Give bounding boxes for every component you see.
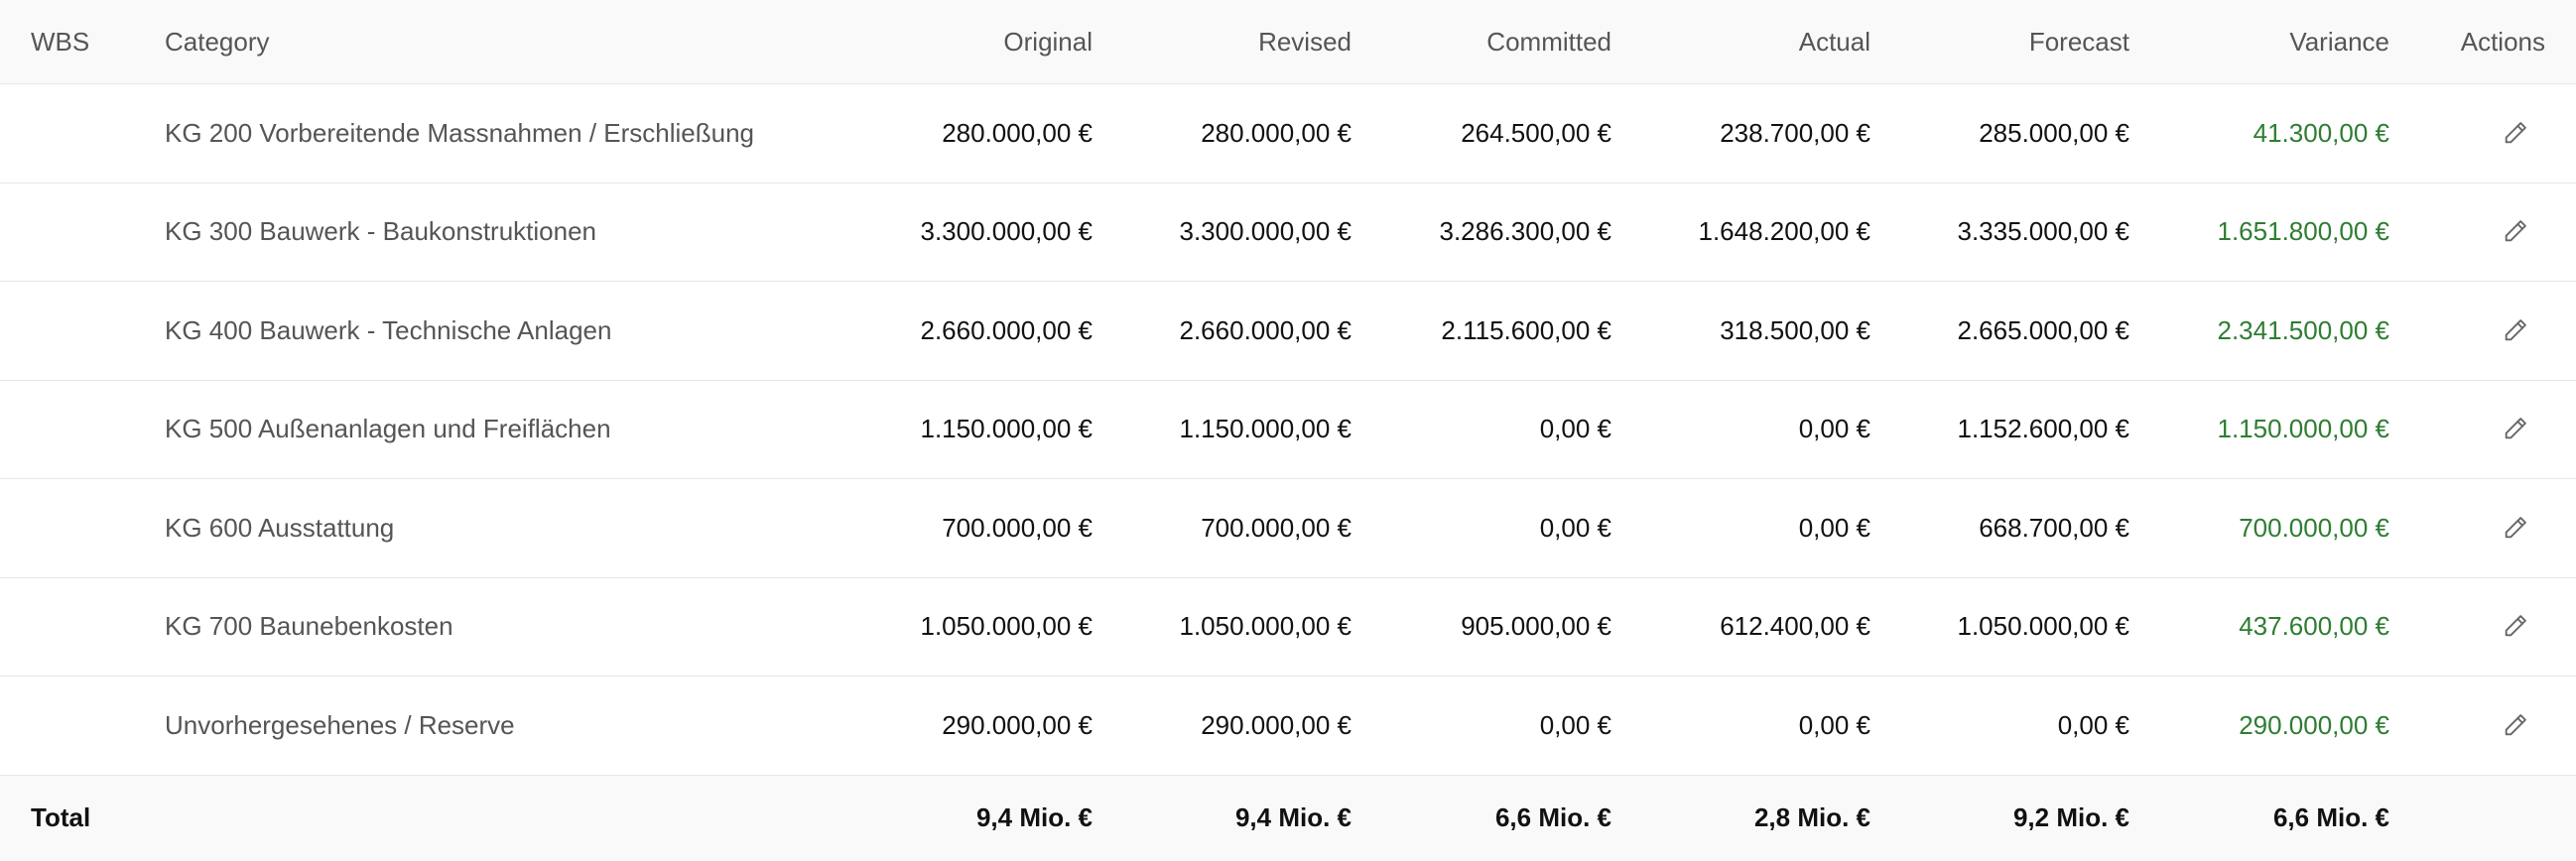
column-header-category[interactable]: Category [165,27,834,58]
variance-cell: 290.000,00 € [2239,709,2389,740]
committed-cell: 2.115.600,00 € [1441,314,1611,345]
revised-cell: 290.000,00 € [1201,709,1352,740]
edit-button[interactable] [2496,211,2535,251]
table-row[interactable]: KG 200 Vorbereitende Massnahmen / Erschl… [0,84,2576,184]
revised-cell: 280.000,00 € [1201,117,1352,148]
edit-button[interactable] [2496,606,2535,646]
forecast-cell: 3.335.000,00 € [1957,216,2130,247]
category-cell: KG 400 Bauwerk - Technische Anlagen [165,314,612,345]
committed-cell: 0,00 € [1539,512,1611,543]
table-body: KG 200 Vorbereitende Massnahmen / Erschl… [0,84,2576,776]
category-cell: KG 700 Baunebenkosten [165,611,453,642]
original-cell: 280.000,00 € [942,117,1093,148]
variance-cell: 700.000,00 € [2239,512,2389,543]
original-cell: 290.000,00 € [942,709,1093,740]
column-header-wbs[interactable]: WBS [0,27,165,58]
table-row[interactable]: KG 500 Außenanlagen und Freiflächen 1.150… [0,381,2576,479]
total-revised: 9,4 Mio. € [1234,802,1352,832]
actions-cell [2389,113,2576,154]
pencil-icon [2502,217,2529,245]
actions-cell [2389,508,2576,549]
actions-cell [2389,211,2576,252]
column-header-committed[interactable]: Committed [1352,27,1611,58]
edit-button[interactable] [2496,113,2535,153]
table-row[interactable]: Unvorhergesehenes / Reserve 290.000,00 € 2… [0,676,2576,776]
table-row[interactable]: KG 600 Ausstattung 700.000,00 € 700.000,00… [0,479,2576,578]
column-header-forecast[interactable]: Forecast [1870,27,2129,58]
forecast-cell: 0,00 € [2057,709,2129,740]
actual-cell: 318.500,00 € [1720,314,1870,345]
table-row[interactable]: KG 400 Bauwerk - Technische Anlagen 2.660… [0,282,2576,381]
column-header-variance[interactable]: Variance [2129,27,2389,58]
variance-cell: 1.651.800,00 € [2217,216,2390,247]
variance-cell: 1.150.000,00 € [2217,414,2390,444]
pencil-icon [2502,711,2529,739]
revised-cell: 2.660.000,00 € [1179,314,1352,345]
category-cell: KG 300 Bauwerk - Baukonstruktionen [165,216,597,247]
actual-cell: 612.400,00 € [1720,611,1870,642]
total-row: Total 9,4 Mio. € 9,4 Mio. € 6,6 Mio. € 2… [0,775,2576,861]
pencil-icon [2502,119,2529,147]
original-cell: 700.000,00 € [942,512,1093,543]
actions-cell [2389,409,2576,449]
original-cell: 1.150.000,00 € [920,414,1094,444]
actual-cell: 0,00 € [1798,709,1870,740]
total-variance: 6,6 Mio. € [2272,802,2389,832]
forecast-cell: 1.050.000,00 € [1957,611,2130,642]
edit-button[interactable] [2496,705,2535,745]
column-header-revised[interactable]: Revised [1093,27,1352,58]
actions-cell [2389,705,2576,746]
category-cell: KG 600 Ausstattung [165,512,395,543]
table-header: WBS Category Original Revised Committed … [0,0,2576,84]
table-row[interactable]: KG 300 Bauwerk - Baukonstruktionen 3.300.… [0,184,2576,282]
forecast-cell: 285.000,00 € [1979,117,2129,148]
variance-cell: 437.600,00 € [2239,611,2389,642]
edit-button[interactable] [2496,409,2535,448]
revised-cell: 1.050.000,00 € [1179,611,1352,642]
actual-cell: 0,00 € [1798,414,1870,444]
original-cell: 2.660.000,00 € [920,314,1094,345]
actions-cell [2389,606,2576,647]
actual-cell: 0,00 € [1798,512,1870,543]
total-original: 9,4 Mio. € [975,802,1093,832]
total-forecast: 9,2 Mio. € [2012,802,2129,832]
budget-table: WBS Category Original Revised Committed … [0,0,2576,861]
edit-button[interactable] [2496,508,2535,548]
forecast-cell: 668.700,00 € [1979,512,2129,543]
total-committed: 6,6 Mio. € [1494,802,1611,832]
pencil-icon [2502,514,2529,542]
column-header-actual[interactable]: Actual [1611,27,1870,58]
column-header-actions: Actions [2460,26,2545,57]
variance-cell: 41.300,00 € [2253,117,2389,148]
actual-cell: 238.700,00 € [1720,117,1870,148]
revised-cell: 700.000,00 € [1201,512,1352,543]
committed-cell: 3.286.300,00 € [1439,216,1612,247]
revised-cell: 3.300.000,00 € [1179,216,1352,247]
category-cell: Unvorhergesehenes / Reserve [165,709,515,740]
pencil-icon [2502,415,2529,442]
actual-cell: 1.648.200,00 € [1698,216,1871,247]
category-cell: KG 200 Vorbereitende Massnahmen / Erschl… [165,117,755,148]
actions-cell [2389,310,2576,351]
variance-cell: 2.341.500,00 € [2217,314,2390,345]
edit-button[interactable] [2496,310,2535,350]
category-cell: KG 500 Außenanlagen und Freiflächen [165,414,611,444]
committed-cell: 264.500,00 € [1461,117,1611,148]
committed-cell: 0,00 € [1539,709,1611,740]
original-cell: 1.050.000,00 € [920,611,1094,642]
forecast-cell: 1.152.600,00 € [1957,414,2130,444]
committed-cell: 905.000,00 € [1461,611,1611,642]
column-header-original[interactable]: Original [834,27,1093,58]
pencil-icon [2502,612,2529,640]
forecast-cell: 2.665.000,00 € [1957,314,2130,345]
table-row[interactable]: KG 700 Baunebenkosten 1.050.000,00 € 1.050… [0,578,2576,676]
total-label: Total [31,802,91,832]
pencil-icon [2502,316,2529,344]
original-cell: 3.300.000,00 € [920,216,1094,247]
revised-cell: 1.150.000,00 € [1179,414,1352,444]
committed-cell: 0,00 € [1539,414,1611,444]
total-actual: 2,8 Mio. € [1753,802,1870,832]
